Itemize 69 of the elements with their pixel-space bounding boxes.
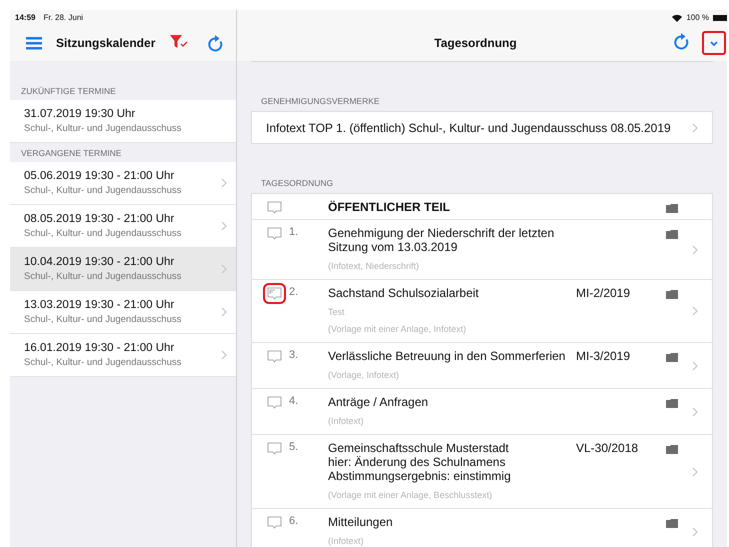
battery-icon — [713, 14, 727, 20]
refresh-icon[interactable] — [674, 33, 690, 50]
committee-name: Schul-, Kultur- und Jugendausschuss — [24, 228, 182, 239]
agenda-number: 4. — [289, 395, 298, 407]
folder-icon[interactable] — [666, 445, 678, 454]
dropdown-button[interactable] — [702, 31, 726, 55]
chevron-right-icon — [692, 306, 698, 316]
approval-text: Infotext TOP 1. (öffentlich) Schul-, Kultur- und Jugendausschuss 08.05.2019 — [266, 120, 671, 134]
agenda-number: 5. — [289, 441, 298, 453]
committee-name: Schul-, Kultur- und Jugendausschuss — [24, 314, 182, 325]
agenda-details: (Vorlage mit einer Anlage, Beschlusstext) — [328, 490, 494, 500]
agenda-details: (Vorlage, Infotext) — [328, 370, 400, 380]
meeting-date: 10.04.2019 19:30 - 21:00 Uhr — [24, 256, 176, 268]
agenda-title: Genehmigung der Niederschrift der letzten Sitzung vom 13.03.2019 — [328, 226, 556, 254]
folder-icon[interactable] — [666, 399, 678, 408]
meeting-date: 16.01.2019 19:30 - 21:00 Uhr — [24, 342, 176, 354]
menu-icon[interactable] — [26, 36, 42, 50]
folder-icon[interactable] — [666, 230, 678, 239]
meeting-date: 13.03.2019 19:30 - 21:00 Uhr — [24, 299, 176, 311]
folder-icon[interactable] — [666, 519, 678, 528]
agenda-details: (Infotext) — [328, 536, 365, 546]
agenda-details: (Vorlage mit einer Anlage, Infotext) — [328, 324, 468, 334]
agenda-heading: ÖFFENTLICHER TEIL — [328, 200, 451, 214]
agenda-title: Verlässliche Betreuung in den Sommerferien — [328, 349, 566, 363]
status-time: 14:59 — [15, 13, 36, 22]
agenda-title: Gemeinschaftsschule Musterstadt hier: Änderung des Schulnamens Abstimmungsergebnis: einstimmig — [328, 441, 512, 483]
section-header: VERGANGENE TERMINE — [10, 143, 236, 162]
meeting-date: 08.05.2019 19:30 - 21:00 Uhr — [24, 213, 176, 225]
battery-percentage: 100 % — [686, 13, 709, 22]
chevron-right-icon — [692, 526, 698, 536]
approval-list-item[interactable]: Infotext TOP 1. (öffentlich) Schul-, Kultur- und Jugendausschuss 08.05.2019 — [252, 112, 712, 143]
meeting-list-item[interactable]: 10.04.2019 19:30 - 21:00 Uhr Schul-, Kultur- und Jugendausschuss — [10, 248, 236, 291]
filter-icon[interactable] — [170, 34, 188, 48]
chevron-right-icon — [692, 406, 698, 416]
committee-name: Schul-, Kultur- und Jugendausschuss — [24, 185, 182, 196]
agenda-note: Test — [328, 307, 346, 317]
agenda-number: 2. — [289, 286, 298, 298]
meeting-date: 31.07.2019 19:30 Uhr — [24, 108, 136, 120]
section-header: GENEHMIGUNGSVERMERKE — [260, 96, 381, 108]
agenda-details: (Infotext, Niederschrift) — [328, 261, 420, 271]
document-code: VL-30/2018 — [576, 441, 638, 455]
document-code: MI-2/2019 — [576, 286, 630, 300]
committee-name: Schul-, Kultur- und Jugendausschuss — [24, 271, 182, 282]
document-code: MI-3/2019 — [576, 349, 630, 363]
committee-name: Schul-, Kultur- und Jugendausschuss — [24, 123, 182, 134]
folder-icon[interactable] — [666, 204, 678, 213]
chevron-down-icon — [710, 40, 718, 46]
agenda-details: (Infotext) — [328, 416, 365, 426]
committee-name: Schul-, Kultur- und Jugendausschuss — [24, 357, 182, 368]
meeting-date: 05.06.2019 19:30 - 21:00 Uhr — [24, 170, 176, 182]
section-header: ZUKÜNFTIGE TERMINE — [10, 81, 236, 100]
chevron-right-icon — [692, 244, 698, 254]
wifi-icon — [672, 14, 682, 22]
page-title: Tagesordnung — [433, 36, 518, 50]
chevron-right-icon — [692, 122, 698, 132]
chevron-right-icon — [692, 466, 698, 476]
agenda-title: Sachstand Schulsozialarbeit — [328, 286, 480, 300]
folder-icon[interactable] — [666, 290, 678, 299]
agenda-title: Anträge / Anfragen — [328, 395, 430, 409]
status-date: Fr. 28. Juni — [43, 13, 84, 22]
section-header: TAGESORDNUNG — [260, 178, 334, 190]
agenda-title: Mitteilungen — [328, 515, 394, 529]
agenda-number: 1. — [289, 226, 298, 238]
refresh-icon[interactable] — [208, 34, 224, 52]
sidebar-title: Sitzungskalender — [56, 36, 156, 50]
chevron-right-icon — [692, 360, 698, 370]
agenda-number: 6. — [289, 515, 298, 527]
agenda-number: 3. — [289, 349, 298, 361]
folder-icon[interactable] — [666, 353, 678, 362]
